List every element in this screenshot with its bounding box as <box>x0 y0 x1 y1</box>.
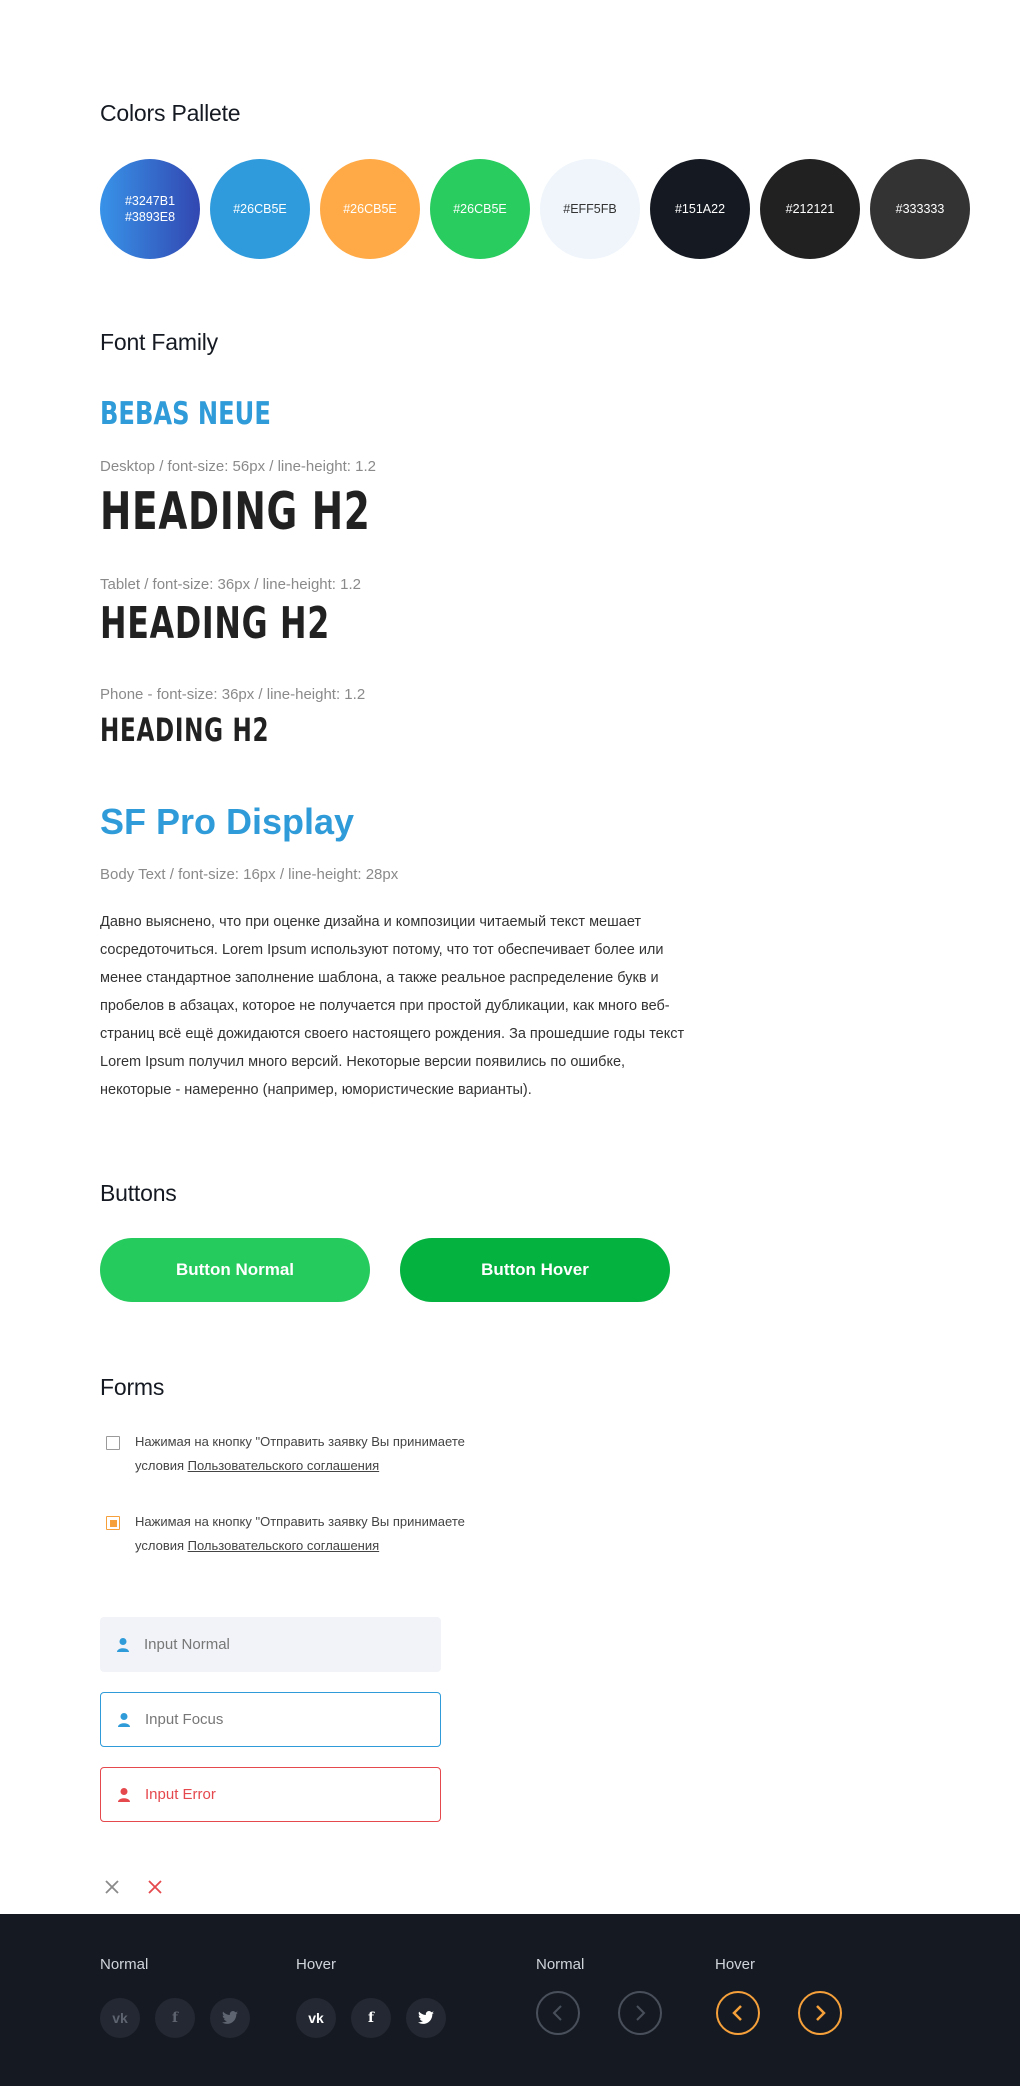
color-swatch: #333333 <box>870 159 970 259</box>
close-icon[interactable] <box>104 1879 120 1895</box>
vk-hover-icon[interactable]: vk <box>296 1998 336 2038</box>
input-focus[interactable]: Input Focus <box>100 1692 441 1747</box>
consent-text-1: Нажимая на кнопку "Отправить заявку Вы п… <box>135 1430 515 1478</box>
tablet-spec: Tablet / font-size: 36px / line-height: … <box>100 576 361 593</box>
color-swatch: #212121 <box>760 159 860 259</box>
consent-text-2: Нажимая на кнопку "Отправить заявку Вы п… <box>135 1510 515 1558</box>
twitter-hover-icon[interactable] <box>406 1998 446 2038</box>
desktop-spec: Desktop / font-size: 56px / line-height:… <box>100 458 376 475</box>
fb-glyph: f <box>171 2010 179 2026</box>
forms-title: Forms <box>100 1374 165 1400</box>
twitter-icon[interactable] <box>210 1998 250 2038</box>
input-focus-placeholder: Input Focus <box>145 1711 224 1728</box>
arrows-hover-label: Hover <box>715 1956 756 1973</box>
consent-checkbox-checked[interactable] <box>106 1516 120 1530</box>
color-swatch: #26CB5E <box>210 159 310 259</box>
heading-desktop: HEADING H2 <box>100 482 371 542</box>
vk-icon[interactable]: vk <box>100 1998 140 2038</box>
palette-title: Colors Pallete <box>100 100 241 126</box>
close-hover-icon[interactable] <box>147 1879 163 1895</box>
vk-glyph: vk <box>112 2010 128 2026</box>
fb-glyph: f <box>367 2010 375 2026</box>
button-hover[interactable]: Button Hover <box>400 1238 670 1302</box>
input-normal[interactable]: Input Normal <box>100 1617 441 1672</box>
input-error[interactable]: Input Error <box>100 1767 441 1822</box>
phone-spec: Phone - font-size: 36px / line-height: 1… <box>100 686 366 703</box>
input-error-placeholder: Input Error <box>145 1786 216 1803</box>
body-text-sample: Давно выяснено, что при оценке дизайна и… <box>100 914 685 1098</box>
color-swatch: #EFF5FB <box>540 159 640 259</box>
user-icon <box>116 1637 130 1653</box>
color-swatch: #26CB5E <box>430 159 530 259</box>
arrow-left-hover-icon[interactable] <box>716 1991 760 2035</box>
user-agreement-link[interactable]: Пользовательского соглашения <box>188 1458 380 1473</box>
heading-tablet: HEADING H2 <box>100 598 331 649</box>
facebook-icon[interactable]: f <box>155 1998 195 2038</box>
color-swatch: #3247B1 #3893E8 <box>100 159 200 259</box>
user-icon <box>117 1787 131 1803</box>
arrow-right-hover-icon[interactable] <box>798 1991 842 2035</box>
arrows-normal-label: Normal <box>536 1956 585 1973</box>
user-icon <box>117 1712 131 1728</box>
body-spec: Body Text / font-size: 16px / line-heigh… <box>100 866 399 883</box>
social-normal-label: Normal <box>100 1956 149 1973</box>
footer: Normal Hover Normal Hover vk f vk f <box>0 1914 1020 2086</box>
checkbox-checkmark <box>109 1519 117 1527</box>
heading-phone: HEADING H2 <box>100 711 270 749</box>
arrow-left-icon[interactable] <box>536 1991 580 2035</box>
font-family-title: Font Family <box>100 329 218 355</box>
color-swatch: #151A22 <box>650 159 750 259</box>
sf-pro-font-name: SF Pro Display <box>100 801 355 842</box>
input-normal-placeholder: Input Normal <box>144 1636 230 1653</box>
buttons-title: Buttons <box>100 1180 177 1206</box>
social-hover-label: Hover <box>296 1956 337 1973</box>
facebook-hover-icon[interactable]: f <box>351 1998 391 2038</box>
consent-checkbox-unchecked[interactable] <box>106 1436 120 1450</box>
vk-glyph: vk <box>308 2010 324 2026</box>
user-agreement-link[interactable]: Пользовательского соглашения <box>188 1538 380 1553</box>
bebas-font-name: BEBAS NEUE <box>100 396 271 432</box>
button-normal[interactable]: Button Normal <box>100 1238 370 1302</box>
arrow-right-icon[interactable] <box>618 1991 662 2035</box>
color-swatch: #26CB5E <box>320 159 420 259</box>
